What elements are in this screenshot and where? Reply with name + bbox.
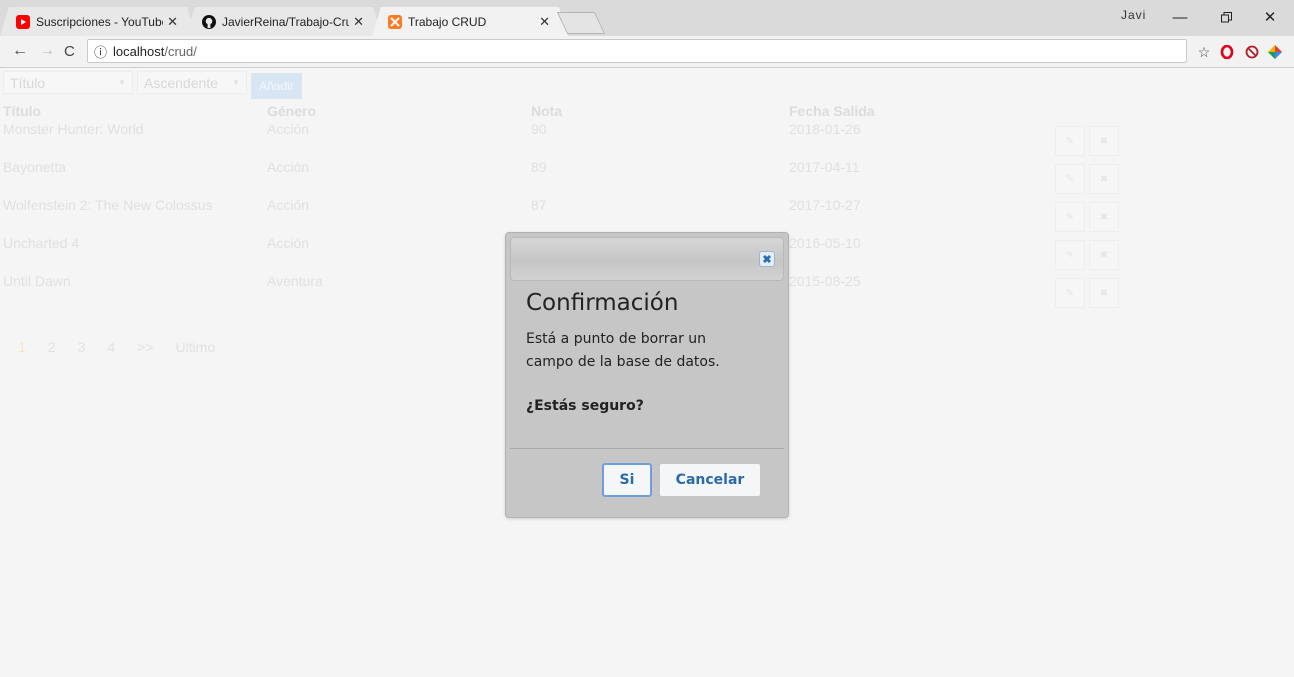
- tab-strip: Suscripciones - YouTube ✕ JavierReina/Tr…: [0, 0, 1294, 36]
- tab-close-icon[interactable]: ✕: [539, 14, 550, 30]
- tab-close-icon[interactable]: ✕: [353, 14, 364, 30]
- tab-youtube[interactable]: Suscripciones - YouTube ✕: [0, 7, 196, 36]
- reload-icon[interactable]: C: [64, 43, 75, 60]
- block-icon[interactable]: [1244, 44, 1260, 60]
- url-text[interactable]: localhost/crud/: [113, 44, 197, 59]
- back-icon[interactable]: ←: [12, 42, 28, 60]
- browser-toolbar: ← → C ⓘ localhost/crud/ ☆: [0, 36, 1294, 68]
- minimize-icon[interactable]: —: [1160, 4, 1200, 30]
- cancel-button[interactable]: Cancelar: [659, 463, 761, 497]
- dialog-title: Confirmación: [526, 290, 679, 316]
- bookmark-star-icon[interactable]: ☆: [1196, 44, 1212, 60]
- github-icon: [202, 14, 216, 29]
- confirm-button[interactable]: Si: [602, 463, 652, 497]
- color-picker-icon[interactable]: [1267, 44, 1283, 60]
- dialog-question: ¿Estás seguro?: [526, 398, 644, 414]
- dialog-divider: [510, 448, 784, 449]
- tab-title: Trabajo CRUD: [408, 14, 487, 29]
- tab-github[interactable]: JavierReina/Trabajo-Crud ✕: [186, 7, 382, 36]
- tab-title: JavierReina/Trabajo-Crud: [222, 14, 350, 29]
- forward-icon[interactable]: →: [39, 42, 55, 60]
- dialog-close-icon[interactable]: ✖: [759, 251, 775, 267]
- profile-name[interactable]: Javi: [1121, 8, 1146, 22]
- opera-icon[interactable]: [1219, 44, 1235, 60]
- close-window-icon[interactable]: ✕: [1250, 4, 1290, 30]
- dialog-message: Está a punto de borrar un campo de la ba…: [526, 331, 720, 370]
- xampp-icon: [388, 14, 402, 29]
- tab-trabajo-crud[interactable]: Trabajo CRUD ✕: [372, 7, 568, 36]
- info-icon[interactable]: ⓘ: [94, 42, 107, 61]
- youtube-icon: [16, 14, 30, 29]
- tab-title: Suscripciones - YouTube: [36, 14, 164, 29]
- tab-close-icon[interactable]: ✕: [167, 14, 178, 30]
- confirm-dialog: ✖ Confirmación Está a punto de borrar un…: [505, 232, 789, 518]
- dialog-titlebar[interactable]: [510, 237, 784, 281]
- restore-icon[interactable]: [1206, 4, 1246, 30]
- address-bar[interactable]: ⓘ localhost/crud/: [87, 39, 1187, 63]
